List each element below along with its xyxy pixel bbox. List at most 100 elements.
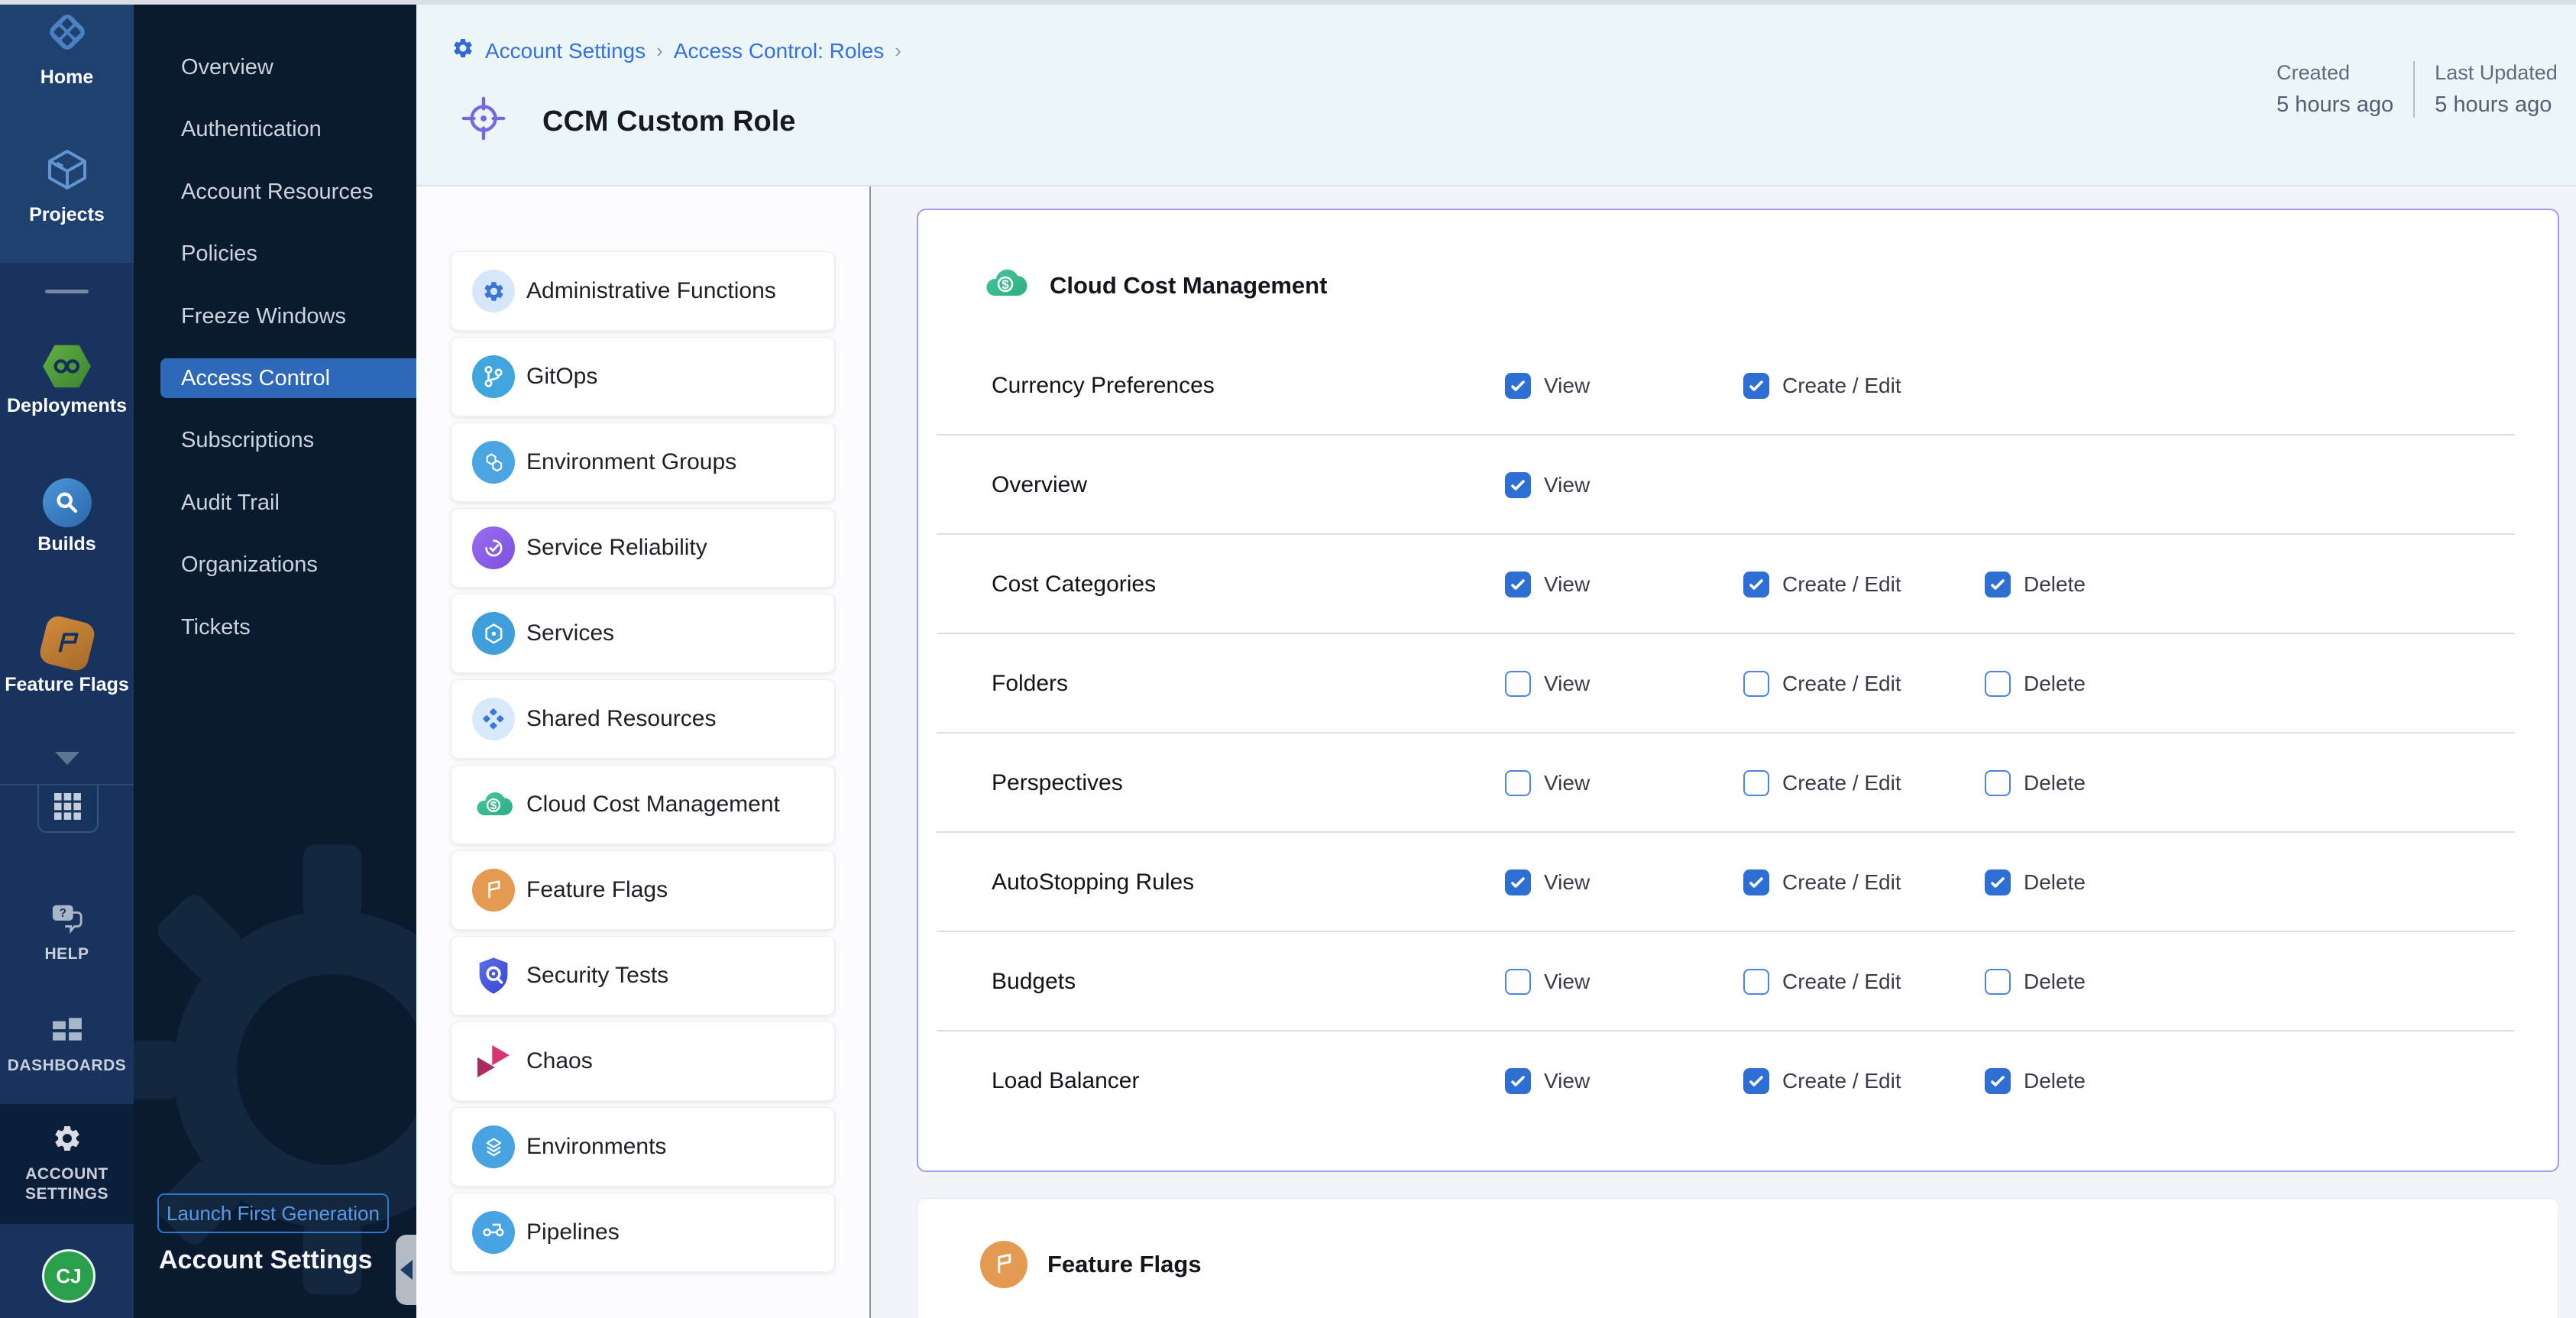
subnav-item-policies[interactable]: Policies <box>134 234 416 274</box>
rail-module-label: Projects <box>29 205 105 225</box>
resource-card-environments[interactable]: Environments <box>451 1107 835 1187</box>
checkbox-checked[interactable] <box>1505 1068 1531 1094</box>
subnav-item-subscriptions[interactable]: Subscriptions <box>134 420 416 460</box>
checkbox-unchecked[interactable] <box>1505 671 1531 697</box>
rail-divider-dash <box>45 290 89 293</box>
checkbox-unchecked[interactable] <box>1985 770 2011 796</box>
checkbox-checked[interactable] <box>1743 373 1769 399</box>
permission-label: View <box>1544 771 1590 795</box>
rail-util-label: DASHBOARDS <box>8 1056 127 1076</box>
resource-card-service-reliability[interactable]: Service Reliability <box>451 508 835 588</box>
subnav-item-overview[interactable]: Overview <box>134 47 416 87</box>
rail-module-projects[interactable]: Projects <box>0 145 134 225</box>
permission-row-label: Budgets <box>992 932 1076 1031</box>
rail-account-settings-button[interactable]: ACCOUNTSETTINGS <box>0 1123 134 1205</box>
page-title: CCM Custom Role <box>542 105 795 138</box>
permission-row-perspectives: Perspectives View Create / Edit Delete <box>918 733 2558 833</box>
resource-card-label: Feature Flags <box>526 877 668 903</box>
meta-last-updated: Last Updated 5 hours ago <box>2435 61 2558 118</box>
subnav-item-organizations[interactable]: Organizations <box>134 545 416 585</box>
checkbox-unchecked[interactable] <box>1743 770 1769 796</box>
rail-dashboards-button[interactable]: DASHBOARDS <box>0 1013 134 1076</box>
breadcrumb-account-settings[interactable]: Account Settings <box>485 39 646 63</box>
permission-cell: View <box>1505 1031 1590 1131</box>
checkbox-checked[interactable] <box>1985 869 2011 895</box>
permission-row-label: Load Balancer <box>992 1031 1139 1131</box>
checkbox-unchecked[interactable] <box>1743 969 1769 995</box>
avatar[interactable]: CJ <box>42 1249 95 1303</box>
checkbox-unchecked[interactable] <box>1505 969 1531 995</box>
permission-label: View <box>1544 970 1590 994</box>
module-grid-button[interactable] <box>37 785 99 833</box>
checkbox-unchecked[interactable] <box>1985 671 2011 697</box>
checkbox-checked[interactable] <box>1743 1068 1769 1094</box>
checkbox-unchecked[interactable] <box>1743 671 1769 697</box>
gitops-icon <box>472 355 515 398</box>
permission-cell: View <box>1505 436 1590 535</box>
resource-card-shared-resources[interactable]: Shared Resources <box>451 679 835 759</box>
resource-card-security-tests[interactable]: Security Tests <box>451 936 835 1015</box>
checkbox-checked[interactable] <box>1985 1068 2011 1094</box>
permission-row-label: Overview <box>992 436 1087 535</box>
rail-module-builds[interactable]: Builds <box>0 478 134 554</box>
permission-label: Delete <box>2024 572 2086 597</box>
subnav-item-tickets[interactable]: Tickets <box>134 607 416 647</box>
permission-cell: View <box>1505 833 1590 932</box>
subnav-item-freeze-windows[interactable]: Freeze Windows <box>134 296 416 336</box>
meta-value: 5 hours ago <box>2277 92 2393 118</box>
subnav-footer-title: Account Settings <box>159 1245 373 1275</box>
rail-module-deployments[interactable]: Deployments <box>0 344 134 416</box>
permission-label: View <box>1544 374 1590 398</box>
rail-chevron[interactable] <box>0 752 134 765</box>
rail-module-feature-flags[interactable]: Feature Flags <box>0 619 134 695</box>
resource-card-label: Service Reliability <box>526 535 707 561</box>
resource-card-administrative-functions[interactable]: Administrative Functions <box>451 251 835 331</box>
launch-first-generation-button[interactable]: Launch First Generation <box>157 1193 389 1233</box>
svg-text:?: ? <box>59 907 66 920</box>
permission-cell: Delete <box>1985 535 2086 634</box>
checkbox-checked[interactable] <box>1743 572 1769 597</box>
breadcrumb-access-control-roles[interactable]: Access Control: Roles <box>674 39 884 63</box>
environment-groups-icon <box>472 441 515 484</box>
resource-card-gitops[interactable]: GitOps <box>451 337 835 416</box>
resource-card-chaos[interactable]: Chaos <box>451 1022 835 1101</box>
checkbox-unchecked[interactable] <box>1505 770 1531 796</box>
resource-card-cloud-cost-management[interactable]: $Cloud Cost Management <box>451 765 835 844</box>
feature-flags-panel: Feature Flags <box>917 1198 2559 1318</box>
resource-card-label: Security Tests <box>526 963 668 989</box>
permission-label: Delete <box>2024 870 2086 895</box>
subnav-item-audit-trail[interactable]: Audit Trail <box>134 483 416 523</box>
checkbox-checked[interactable] <box>1985 572 2011 597</box>
environments-icon <box>472 1125 515 1168</box>
permission-row-label: Perspectives <box>992 733 1123 833</box>
subnav-item-authentication[interactable]: Authentication <box>134 109 416 149</box>
resource-card-services[interactable]: Services <box>451 594 835 673</box>
permission-row-currency-preferences: Currency Preferences View Create / Edit <box>918 336 2558 436</box>
checkbox-checked[interactable] <box>1505 869 1531 895</box>
subnav-collapse-button[interactable] <box>396 1235 416 1305</box>
subnav-item-account-resources[interactable]: Account Resources <box>134 172 416 212</box>
resource-card-feature-flags[interactable]: Feature Flags <box>451 850 835 930</box>
subnav-item-access-control[interactable]: Access Control <box>160 358 416 398</box>
gear-watermark-icon <box>134 825 416 1318</box>
resource-card-pipelines[interactable]: Pipelines <box>451 1193 835 1272</box>
gear-icon <box>451 37 474 65</box>
rail-module-home[interactable]: Home <box>0 8 134 87</box>
main-content: Administrative Functions GitOps Environm… <box>416 186 2576 1318</box>
resource-card-environment-groups[interactable]: Environment Groups <box>451 423 835 502</box>
checkbox-checked[interactable] <box>1505 472 1531 498</box>
shared-resources-icon <box>472 698 515 740</box>
meta-created: Created 5 hours ago <box>2277 61 2393 118</box>
rail-help-button[interactable]: ? HELP <box>0 902 134 964</box>
checkbox-checked[interactable] <box>1505 572 1531 597</box>
checkbox-checked[interactable] <box>1505 373 1531 399</box>
checkbox-checked[interactable] <box>1743 869 1769 895</box>
feature-flags-icon <box>472 869 515 912</box>
panel-title: Feature Flags <box>1047 1251 1202 1278</box>
resource-card-label: Environment Groups <box>526 449 736 475</box>
checkbox-unchecked[interactable] <box>1985 969 2011 995</box>
panel-header: $ Cloud Cost Management <box>981 259 1327 312</box>
permission-cell: View <box>1505 634 1590 733</box>
resource-card-label: Services <box>526 620 614 646</box>
security-tests-icon <box>472 954 515 997</box>
